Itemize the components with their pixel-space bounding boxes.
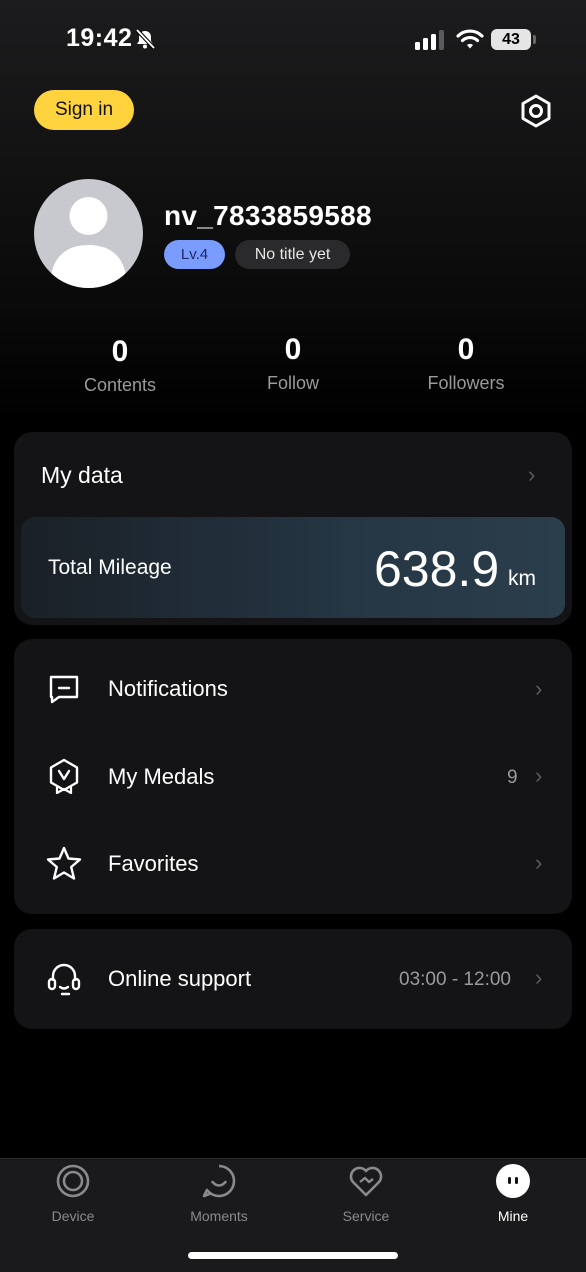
tab-label: Mine: [497, 1208, 529, 1224]
avatar[interactable]: [34, 179, 143, 288]
tab-label: Device: [51, 1208, 95, 1224]
support-label: Online support: [108, 966, 252, 991]
stat-contents[interactable]: 0 Contents: [40, 335, 200, 396]
menu-item-label: Notifications: [108, 676, 228, 701]
tab-service[interactable]: Service: [306, 1163, 426, 1224]
chevron-right-icon: ›: [535, 965, 543, 990]
headset-icon: [46, 961, 82, 997]
menu-item-notifications[interactable]: [14, 650, 572, 730]
stat-follow[interactable]: 0 Follow: [213, 333, 373, 394]
username: nv_7833859588: [164, 200, 372, 231]
message-icon: [46, 671, 82, 707]
tab-label: Service: [342, 1208, 390, 1224]
star-icon: [46, 846, 82, 882]
menu-item-medals[interactable]: [14, 737, 572, 817]
my-data-title: My data: [41, 462, 123, 488]
device-icon: [56, 1164, 90, 1198]
service-icon: [349, 1166, 383, 1197]
battery-indicator: 43: [491, 29, 531, 50]
bell-muted-icon: [134, 28, 156, 55]
status-time: 19:42: [66, 24, 133, 52]
chevron-right-icon: ›: [535, 850, 543, 875]
menu-item-label: My Medals: [108, 764, 215, 789]
wifi-icon: [456, 28, 484, 55]
support-hours: 03:00 - 12:00: [399, 969, 511, 990]
stat-value: 0: [457, 333, 475, 366]
stat-label: Follow: [266, 373, 319, 393]
chevron-right-icon: ›: [535, 676, 543, 701]
chevron-right-icon: ›: [535, 763, 543, 788]
cellular-signal-icon: [415, 30, 447, 55]
mileage-value: 638.9: [374, 541, 500, 597]
stat-value: 0: [111, 335, 129, 368]
mileage-unit: km: [508, 567, 536, 590]
tab-label: Moments: [190, 1208, 248, 1224]
mine-icon: [496, 1164, 530, 1198]
home-indicator[interactable]: [188, 1252, 398, 1259]
medal-icon: [46, 758, 82, 795]
settings-icon[interactable]: [518, 93, 554, 134]
title-badge[interactable]: No title yet: [235, 240, 350, 269]
chevron-right-icon[interactable]: ›: [528, 462, 535, 488]
stat-label: Contents: [83, 375, 157, 395]
menu-item-label: Favorites: [108, 851, 199, 876]
tab-mine[interactable]: Mine: [453, 1163, 573, 1224]
mileage-label: Total Mileage: [48, 556, 172, 579]
battery-tip: [533, 35, 536, 44]
tab-device[interactable]: Device: [13, 1163, 133, 1224]
level-badge[interactable]: Lv.4: [164, 240, 225, 269]
medal-count: 9: [507, 767, 518, 788]
stat-value: 0: [284, 333, 302, 366]
tab-moments[interactable]: Moments: [159, 1163, 279, 1224]
sign-in-button[interactable]: Sign in: [34, 90, 134, 130]
stat-followers[interactable]: 0 Followers: [386, 333, 546, 394]
moments-icon: [202, 1164, 236, 1198]
menu-item-favorites[interactable]: [14, 824, 572, 904]
stat-label: Followers: [427, 373, 505, 393]
